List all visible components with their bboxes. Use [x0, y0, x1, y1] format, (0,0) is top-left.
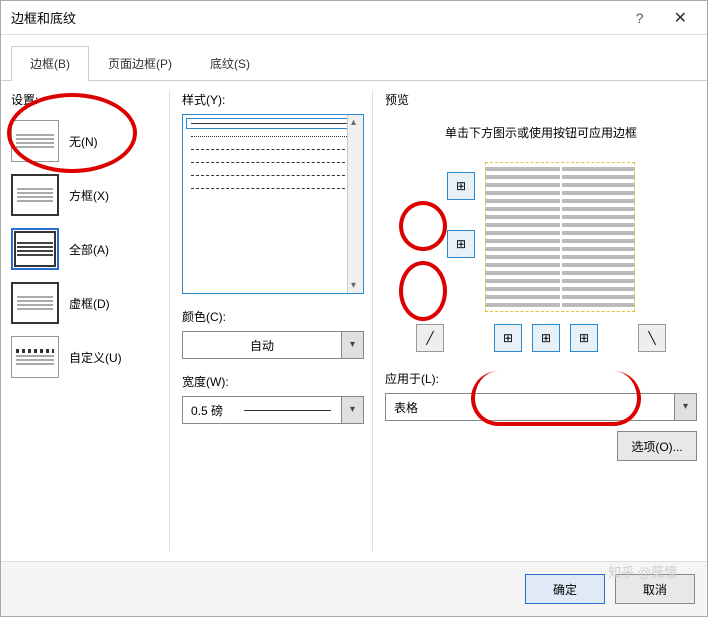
border-vmiddle-button[interactable]: ⊞ — [532, 324, 560, 352]
setting-box-label: 方框(X) — [69, 187, 109, 204]
tab-borders[interactable]: 边框(B) — [11, 46, 89, 81]
chevron-down-icon: ▾ — [341, 332, 363, 358]
color-value: 自动 — [183, 337, 341, 354]
apply-to-label: 应用于(L): — [385, 370, 697, 387]
settings-column: 设置: 无(N) 方框(X) 全部(A) — [11, 91, 161, 551]
borders-shading-dialog: 边框和底纹 ? ✕ 边框(B) 页面边框(P) 底纹(S) 设置: 无(N) 方… — [0, 0, 708, 617]
tab-shading[interactable]: 底纹(S) — [191, 46, 269, 81]
dialog-body: 设置: 无(N) 方框(X) 全部(A) — [1, 81, 707, 561]
setting-grid[interactable]: 虚框(D) — [11, 276, 161, 330]
setting-custom-label: 自定义(U) — [69, 349, 122, 366]
preview-column: 预览 单击下方图示或使用按钮可应用边框 ⊞ ⊞ ╱ ⊞ ⊞ ⊞ ╲ 应用于(L)… — [372, 91, 697, 551]
titlebar: 边框和底纹 ? ✕ — [1, 1, 707, 35]
style-listbox[interactable] — [182, 114, 364, 294]
border-right-button[interactable]: ⊞ — [570, 324, 598, 352]
color-dropdown[interactable]: 自动 ▾ — [182, 331, 364, 359]
border-diagonal2-button[interactable]: ╲ — [638, 324, 666, 352]
dialog-footer: 确定 取消 — [1, 561, 707, 616]
color-label: 颜色(C): — [182, 308, 364, 325]
tab-strip: 边框(B) 页面边框(P) 底纹(S) — [1, 35, 707, 81]
apply-to-value: 表格 — [386, 399, 674, 416]
border-diagonal-button[interactable]: ╱ — [416, 324, 444, 352]
setting-all[interactable]: 全部(A) — [11, 222, 161, 276]
preview-area: ⊞ ⊞ — [385, 162, 697, 312]
swatch-all-icon — [11, 228, 59, 270]
setting-custom[interactable]: 自定义(U) — [11, 330, 161, 384]
swatch-none-icon — [11, 120, 59, 162]
border-top-button[interactable]: ⊞ — [447, 172, 475, 200]
setting-all-label: 全部(A) — [69, 241, 109, 258]
width-preview-line — [244, 410, 331, 411]
setting-none-label: 无(N) — [69, 133, 98, 150]
style-option-dashdot-2[interactable] — [191, 188, 355, 189]
border-hmiddle-button[interactable]: ⊞ — [447, 230, 475, 258]
preview-side-buttons: ⊞ ⊞ — [447, 172, 475, 312]
setting-grid-label: 虚框(D) — [69, 295, 110, 312]
swatch-custom-icon — [11, 336, 59, 378]
style-column: 样式(Y): 颜色(C): 自动 ▾ 宽度(W): 0.5 磅 ▾ — [169, 91, 364, 551]
style-option-dashdot-1[interactable] — [191, 175, 355, 176]
apply-to-dropdown[interactable]: 表格 ▾ — [385, 393, 697, 421]
style-scrollbar[interactable] — [347, 115, 363, 293]
preview-message: 单击下方图示或使用按钮可应用边框 — [405, 124, 677, 142]
setting-box[interactable]: 方框(X) — [11, 168, 161, 222]
ok-button[interactable]: 确定 — [525, 574, 605, 604]
width-label: 宽度(W): — [182, 373, 364, 390]
window-title: 边框和底纹 — [11, 8, 636, 27]
style-option-dashed-1[interactable] — [191, 149, 355, 150]
style-option-solid[interactable] — [191, 123, 355, 124]
chevron-down-icon: ▾ — [674, 394, 696, 420]
style-option-dotted[interactable] — [191, 136, 355, 137]
setting-none[interactable]: 无(N) — [11, 114, 161, 168]
settings-label: 设置: — [11, 91, 161, 108]
close-icon[interactable]: ✕ — [664, 4, 697, 32]
width-dropdown[interactable]: 0.5 磅 ▾ — [182, 396, 364, 424]
border-left-button[interactable]: ⊞ — [494, 324, 522, 352]
options-button[interactable]: 选项(O)... — [617, 431, 697, 461]
preview-label: 预览 — [385, 91, 697, 108]
preview-bottom-buttons: ╱ ⊞ ⊞ ⊞ ╲ — [385, 324, 697, 352]
style-label: 样式(Y): — [182, 91, 364, 108]
width-value: 0.5 磅 — [183, 402, 234, 419]
chevron-down-icon: ▾ — [341, 397, 363, 423]
preview-diagram[interactable] — [485, 162, 635, 312]
tab-page-border[interactable]: 页面边框(P) — [89, 46, 191, 81]
help-icon[interactable]: ? — [636, 10, 644, 26]
swatch-box-icon — [11, 174, 59, 216]
watermark: 知乎 @薇懞 — [608, 562, 677, 581]
style-option-dashed-2[interactable] — [191, 162, 355, 163]
swatch-grid-icon — [11, 282, 59, 324]
